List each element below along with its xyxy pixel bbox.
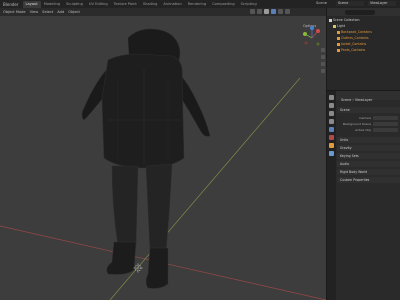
custom-properties-panel-header[interactable]: Custom Properties bbox=[337, 177, 400, 183]
scene-panel-header[interactable]: Scene bbox=[337, 107, 400, 113]
tab-texture-paint[interactable]: Texture Paint bbox=[111, 1, 140, 8]
scene-label: Scene bbox=[316, 1, 327, 5]
tab-compositing[interactable]: Compositing bbox=[209, 1, 238, 8]
tab-layout[interactable]: Layout bbox=[22, 0, 41, 8]
tab-scripting[interactable]: Scripting bbox=[238, 1, 260, 8]
pan-tool-icon bbox=[321, 55, 325, 59]
top-bar: Blender Layout Modeling Sculpting UV Edi… bbox=[0, 0, 400, 8]
app-menu[interactable]: Blender bbox=[3, 2, 19, 7]
light-icon bbox=[333, 24, 336, 28]
active-clip-field[interactable] bbox=[373, 128, 398, 132]
perspective-toggle-icon bbox=[321, 69, 325, 73]
camera-label: Camera bbox=[359, 116, 371, 120]
object-properties-icon[interactable] bbox=[329, 143, 334, 148]
mesh-icon bbox=[337, 36, 340, 40]
tab-sculpting[interactable]: Sculpting bbox=[63, 1, 86, 8]
background-scene-field[interactable] bbox=[373, 122, 398, 126]
outliner-row[interactable]: Pants_Contains bbox=[337, 48, 400, 53]
navigation-gizmo-icon bbox=[303, 26, 320, 46]
outliner-row[interactable]: Jacket_Contains bbox=[337, 42, 400, 47]
keying-sets-panel-header[interactable]: Keying Sets bbox=[337, 153, 400, 159]
rigid-body-world-panel-header[interactable]: Rigid Body World bbox=[337, 169, 400, 175]
tab-animation[interactable]: Animation bbox=[160, 1, 184, 8]
collection-icon bbox=[329, 18, 332, 22]
mesh-icon bbox=[337, 42, 340, 46]
world-properties-icon[interactable] bbox=[329, 135, 334, 140]
outliner-row[interactable]: Light bbox=[333, 24, 400, 29]
tab-rendering[interactable]: Rendering bbox=[185, 1, 209, 8]
tab-shading[interactable]: Shading bbox=[140, 1, 161, 8]
view-layer-icon[interactable] bbox=[329, 119, 334, 124]
units-panel-header[interactable]: Units bbox=[337, 137, 400, 143]
viewport-scene bbox=[0, 26, 326, 300]
properties-panel: Scene › ViewLayer Scene Camera Backgroun… bbox=[326, 90, 400, 300]
render-properties-icon[interactable] bbox=[329, 103, 334, 108]
breadcrumb: Scene › ViewLayer bbox=[341, 98, 373, 102]
scene-properties-icon[interactable] bbox=[329, 127, 334, 132]
camera-field[interactable] bbox=[373, 116, 398, 120]
modifier-properties-icon[interactable] bbox=[329, 151, 334, 156]
camera-view-icon bbox=[321, 62, 325, 66]
scene-selector[interactable]: Scene bbox=[336, 1, 364, 6]
tab-modeling[interactable]: Modeling bbox=[41, 1, 63, 8]
audio-panel-header[interactable]: Audio bbox=[337, 161, 400, 167]
character-model bbox=[81, 28, 211, 289]
output-properties-icon[interactable] bbox=[329, 111, 334, 116]
3d-viewport[interactable]: Object Mode View Select Add Object Optio… bbox=[0, 8, 326, 300]
view-layer-selector[interactable]: ViewLayer bbox=[368, 1, 396, 6]
outliner-row[interactable]: Backpack_Contains bbox=[337, 30, 400, 35]
outliner-panel: Scene Collection Light Backpack_Contains… bbox=[326, 8, 400, 90]
active-clip-label: Active Clip bbox=[355, 128, 371, 132]
outliner-row[interactable]: Clothes_Contains bbox=[337, 36, 400, 41]
outliner-row[interactable]: Scene Collection bbox=[329, 18, 400, 23]
outliner-header bbox=[327, 8, 400, 16]
gravity-panel-header[interactable]: Gravity bbox=[337, 145, 400, 151]
outliner-search-input[interactable] bbox=[345, 9, 375, 15]
mesh-icon bbox=[337, 30, 340, 34]
tab-uv-editing[interactable]: UV Editing bbox=[86, 1, 111, 8]
tool-settings-icon[interactable] bbox=[329, 95, 334, 100]
mesh-icon bbox=[337, 48, 340, 52]
zoom-tool-icon bbox=[321, 48, 325, 52]
properties-tab-bar bbox=[327, 91, 336, 300]
background-scene-label: Background Scene bbox=[343, 122, 371, 126]
